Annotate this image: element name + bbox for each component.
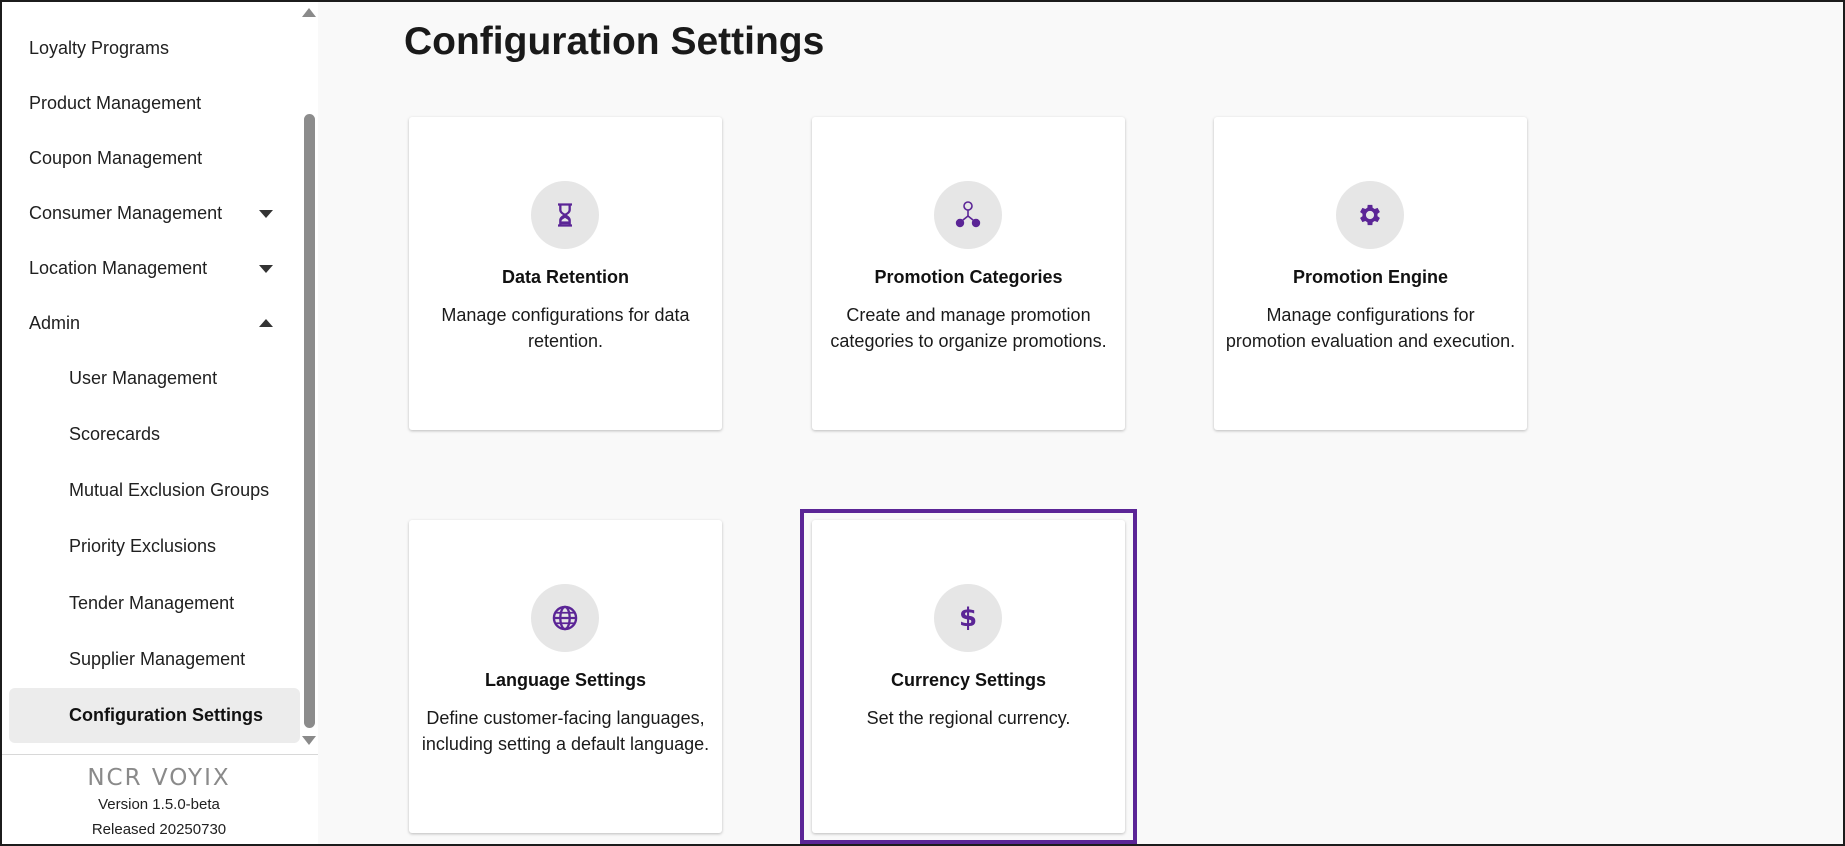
sidebar-item-label: Consumer Management: [29, 203, 223, 223]
sidebar: Loyalty Programs Product Management Coup…: [0, 0, 318, 846]
card-description: Manage configurations for promotion eval…: [1225, 305, 1516, 351]
sidebar-item-label: Location Management: [29, 258, 208, 278]
card-title: Language Settings: [484, 670, 646, 690]
card-language-settings[interactable]: Language Settings Define customer-facing…: [409, 520, 722, 833]
sidebar-item-product-management[interactable]: Product Management: [9, 76, 300, 131]
chevron-down-icon: [259, 264, 273, 273]
card-title: Data Retention: [501, 267, 629, 287]
sidebar-item-label: Tender Management: [69, 593, 235, 613]
sidebar-item-coupon-management[interactable]: Coupon Management: [9, 131, 300, 186]
scroll-down-arrow-icon[interactable]: [302, 736, 316, 745]
sidebar-item-label: Configuration Settings: [69, 705, 263, 725]
sidebar-item-label: Mutual Exclusion Groups: [69, 480, 270, 500]
sidebar-item-label: Priority Exclusions: [69, 536, 217, 556]
release-date-text: Released 20250730: [91, 821, 227, 838]
sidebar-item-label: Product Management: [29, 93, 202, 113]
category-tree-icon: [934, 181, 1002, 249]
gear-icon: [1336, 181, 1404, 249]
card-title: Promotion Engine: [1293, 267, 1448, 287]
sidebar-item-location-management[interactable]: Location Management: [9, 241, 300, 296]
sidebar-item-supplier-management[interactable]: Supplier Management: [9, 632, 300, 687]
sidebar-item-label: Loyalty Programs: [29, 38, 170, 58]
card-title: Promotion Categories: [874, 267, 1063, 287]
card-promotion-engine[interactable]: Promotion Engine Manage configurations f…: [1214, 117, 1527, 430]
hourglass-icon: [531, 181, 599, 249]
card-title: Currency Settings: [890, 670, 1047, 690]
card-promotion-categories[interactable]: Promotion Categories Create and manage p…: [812, 117, 1125, 430]
sidebar-item-admin[interactable]: Admin: [9, 296, 300, 351]
card-data-retention[interactable]: Data Retention Manage configurations for…: [409, 117, 722, 430]
sidebar-item-tender-management[interactable]: Tender Management: [9, 576, 300, 631]
card-description: Set the regional currency.: [866, 708, 1071, 728]
card-description: Create and manage promotion categories t…: [830, 305, 1107, 351]
brand-footer: NCR VOYIX Version 1.5.0-beta Released 20…: [0, 764, 318, 842]
chevron-down-icon: [259, 209, 273, 218]
sidebar-item-label: Scorecards: [69, 424, 161, 444]
sidebar-item-user-management[interactable]: User Management: [9, 351, 300, 406]
sidebar-item-label: Coupon Management: [29, 148, 203, 168]
sidebar-divider: [0, 754, 318, 755]
sidebar-item-priority-exclusions[interactable]: Priority Exclusions: [9, 519, 300, 574]
page-title: Configuration Settings: [404, 20, 825, 63]
sidebar-item-consumer-management[interactable]: Consumer Management: [9, 186, 300, 241]
version-text: Version 1.5.0-beta: [98, 796, 220, 813]
scrollbar-thumb[interactable]: [304, 114, 315, 728]
sidebar-item-mutual-exclusion-groups[interactable]: Mutual Exclusion Groups: [9, 463, 300, 518]
sidebar-item-scorecards[interactable]: Scorecards: [9, 407, 300, 462]
dollar-icon: $: [934, 584, 1002, 652]
scroll-up-arrow-icon[interactable]: [302, 8, 316, 17]
sidebar-item-label: Admin: [29, 313, 81, 333]
card-currency-settings[interactable]: $ Currency Settings Set the regional cur…: [812, 520, 1125, 833]
ncr-voyix-logo: NCR VOYIX: [87, 765, 231, 791]
sidebar-nav: Loyalty Programs Product Management Coup…: [0, 0, 302, 754]
card-description: Define customer-facing languages, includ…: [421, 708, 710, 754]
sidebar-item-loyalty-programs[interactable]: Loyalty Programs: [9, 21, 300, 76]
chevron-up-icon: [259, 318, 273, 327]
sidebar-item-label: User Management: [69, 368, 218, 388]
sidebar-item-configuration-settings[interactable]: Configuration Settings: [9, 688, 300, 743]
card-description: Manage configurations for data retention…: [441, 305, 690, 351]
globe-icon: [531, 584, 599, 652]
sidebar-item-label: Supplier Management: [69, 649, 246, 669]
